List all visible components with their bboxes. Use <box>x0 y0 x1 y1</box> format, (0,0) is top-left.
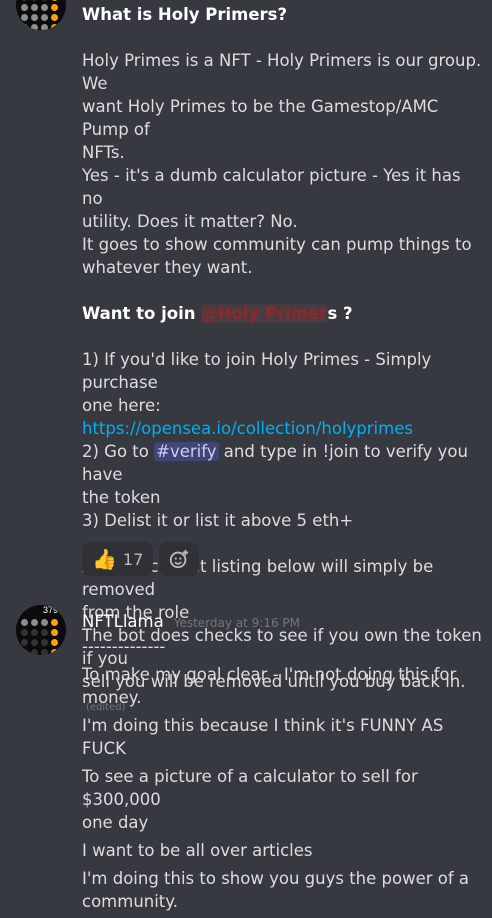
message-line: I'm doing this to show you guys the powe… <box>82 869 470 888</box>
step-2: 2) Go to #verify and type in !join to ve… <box>82 440 484 486</box>
calculator-readout: 379 <box>42 605 58 615</box>
avatar[interactable] <box>16 0 66 30</box>
calculator-icon <box>21 0 58 30</box>
add-reaction-icon <box>170 549 189 569</box>
step-2-cont: the token <box>82 488 161 507</box>
paragraph-line: whatever they want. <box>82 258 253 277</box>
channel-mention-verify[interactable]: #verify <box>154 442 219 461</box>
username[interactable]: NFTLlama <box>82 612 164 631</box>
paragraph-line: utility. Does it matter? No. <box>82 212 298 231</box>
reaction-thumbs-up[interactable]: 👍 17 <box>82 542 154 576</box>
thumbs-up-icon: 👍 <box>92 547 117 571</box>
timestamp: Yesterday at 9:16 PM <box>173 616 300 630</box>
message-line: To see a picture of a calculator to sell… <box>82 767 418 809</box>
paragraph-line: NFTs. <box>82 143 125 162</box>
message-content: -------------- To make my goal clear - I… <box>82 635 484 918</box>
paragraph-line: Yes - it's a dumb calculator picture - Y… <box>82 166 461 208</box>
step-2-prefix: 2) Go to <box>82 442 155 461</box>
avatar-nftllama[interactable]: 379 <box>16 605 66 655</box>
step-1-cont: one here: <box>82 396 161 415</box>
message-header: NFTLlama Yesterday at 9:16 PM <box>82 612 300 631</box>
join-heading: Want to join @Holy Primers ? <box>82 302 484 325</box>
message-line: community. <box>82 892 178 911</box>
calculator-icon <box>21 619 58 655</box>
message-line: I'm doing this because I think it's FUNN… <box>82 716 444 758</box>
step-1: 1) If you'd like to join Holy Primes - S… <box>82 350 432 392</box>
message-line: To make my goal clear - I'm not doing th… <box>82 665 457 707</box>
message-heading: What is Holy Primers? <box>82 5 288 24</box>
join-heading-suffix: s ? <box>327 304 353 323</box>
add-reaction-button[interactable] <box>159 542 200 576</box>
reactions-bar: 👍 17 <box>82 542 200 576</box>
paragraph-line: Holy Primes is a NFT - Holy Primers is o… <box>82 51 482 93</box>
reaction-count: 17 <box>122 549 144 569</box>
paragraph-line: want Holy Primes to be the Gamestop/AMC … <box>82 97 439 139</box>
opensea-link[interactable]: https://opensea.io/collection/holyprimes <box>82 419 413 438</box>
message-line: one day <box>82 813 149 832</box>
role-mention[interactable]: @Holy Primer <box>201 304 328 323</box>
join-heading-prefix: Want to join <box>82 304 202 323</box>
paragraph-line: It goes to show community can pump thing… <box>82 235 472 254</box>
message-line: -------------- <box>82 637 166 656</box>
step-3: 3) Delist it or list it above 5 eth+ <box>82 511 354 530</box>
